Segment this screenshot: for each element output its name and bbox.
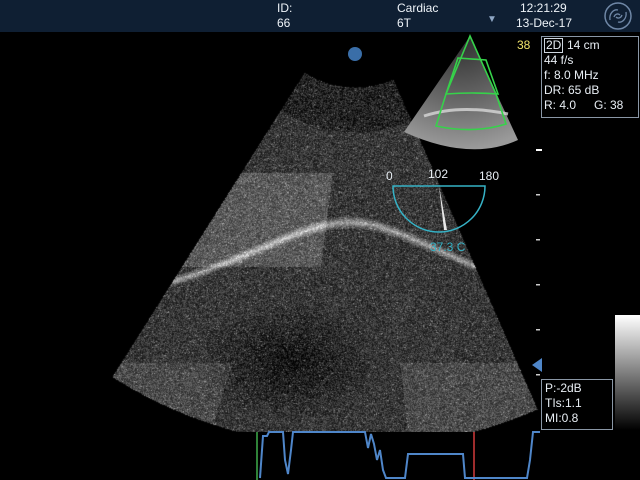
depth-scale [536,149,542,376]
probe-temperature: 37.3 C [430,240,466,254]
power-value: P:-2dB [545,381,582,395]
exam-date: 13-Dec-17 [516,16,573,30]
orientation-marker-icon [348,47,362,61]
exam-preset[interactable]: Cardiac [397,1,438,15]
ecg-trace [256,431,540,480]
ge-logo-icon [604,2,632,30]
focus-marker-icon[interactable] [531,358,543,372]
clock-time: 12:21:29 [520,1,567,15]
frame-rate: 44 f/s [544,53,574,67]
frequency: f: 8.0 MHz [544,68,599,82]
gain-value: G: 38 [594,98,624,112]
depth-value: 14 cm [567,38,600,52]
angle-max: 180 [479,169,500,183]
tis-value: TIs:1.1 [545,396,582,410]
frame-counter: 38 [517,38,531,52]
angle-value: 102 [428,167,449,181]
angle-min: 0 [386,169,393,183]
reference-thumbnail[interactable] [400,34,520,154]
mode-indicator[interactable]: 2D [544,38,564,53]
preset-dropdown-icon[interactable]: ▼ [487,13,497,27]
header-bar: ID: 66 Cardiac 6T ▼ 12:21:29 13-Dec-17 [0,0,640,32]
patient-id-label: ID: [277,1,293,15]
patient-id-value: 66 [277,16,291,30]
grayscale-bar [615,315,640,430]
probe-name[interactable]: 6T [397,16,411,30]
dynamic-range: DR: 65 dB [544,83,600,97]
angle-dial-icon [392,185,486,233]
probe-angle-indicator: 0 102 180 37.3 C [385,167,499,258]
reject-value: R: 4.0 [544,98,577,112]
mi-value: MI:0.8 [545,411,579,425]
